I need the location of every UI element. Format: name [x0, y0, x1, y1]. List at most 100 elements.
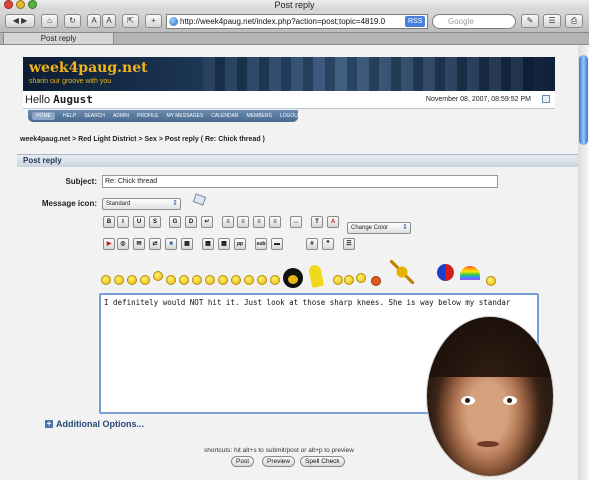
bookmarks-icon[interactable]: ☰	[543, 14, 561, 28]
nav-members[interactable]: MEMBERS	[247, 113, 272, 119]
additional-options-label: Additional Options...	[56, 419, 144, 429]
preview-button[interactable]: Preview	[262, 456, 296, 467]
list-button[interactable]: ☰	[343, 238, 355, 250]
evil-icon[interactable]	[356, 273, 366, 283]
font-face-button[interactable]: A	[327, 216, 339, 228]
roll-eyes-icon[interactable]	[218, 275, 228, 285]
align-center-button[interactable]: ≡	[237, 216, 249, 228]
peace-icon[interactable]	[486, 276, 496, 286]
nav-home[interactable]: HOME	[32, 112, 55, 120]
vertical-scrollbar[interactable]	[578, 45, 589, 480]
steal-your-face-icon[interactable]	[437, 264, 454, 281]
message-icon-label: Message icon:	[41, 199, 97, 208]
huh-icon[interactable]	[205, 275, 215, 285]
horizontal-rule-button[interactable]: ↔	[290, 216, 302, 228]
back-forward-buttons[interactable]: ◀ ▶	[5, 14, 35, 28]
address-field[interactable]: http://week4paug.net/index.php?action=po…	[166, 14, 428, 29]
shocked-icon[interactable]	[179, 275, 189, 285]
zoom-window-button[interactable]	[28, 0, 37, 9]
font-size-button[interactable]: T	[311, 216, 323, 228]
face-eye-left	[461, 396, 475, 405]
text-smaller-icon[interactable]: A	[87, 14, 101, 28]
code-button[interactable]: #	[306, 238, 318, 250]
window-title: Post reply	[274, 0, 315, 10]
print-icon[interactable]: ⎙	[565, 14, 583, 28]
tongue-icon[interactable]	[231, 275, 241, 285]
subject-input[interactable]: Re: Chick thread	[102, 175, 498, 188]
search-field[interactable]: Google	[432, 14, 516, 29]
smiley-icon[interactable]	[101, 275, 111, 285]
face-eye-right	[503, 396, 517, 405]
cry-icon[interactable]	[344, 275, 354, 285]
bold-button[interactable]: B	[103, 216, 115, 228]
strike-button[interactable]: S	[149, 216, 161, 228]
minimize-window-button[interactable]	[16, 0, 25, 9]
glow-button[interactable]: G	[169, 216, 181, 228]
nav-logout[interactable]: LOGOUT	[280, 113, 301, 119]
post-button[interactable]: Post	[231, 456, 255, 467]
undecided-icon[interactable]	[270, 275, 280, 285]
additional-options-toggle[interactable]: + Additional Options...	[45, 419, 144, 429]
site-banner: week4paug.net sharin our groove with you	[23, 57, 555, 91]
lips-sealed-icon[interactable]	[257, 275, 267, 285]
kiss-icon[interactable]	[333, 275, 343, 285]
rainbow-icon[interactable]	[460, 266, 480, 280]
superscript-button[interactable]: pp	[234, 238, 246, 250]
italic-button[interactable]: I	[117, 216, 129, 228]
text-bigger-icon[interactable]: A	[102, 14, 116, 28]
align-left-button[interactable]: ≡	[222, 216, 234, 228]
site-logo[interactable]: week4paug.net	[29, 60, 148, 76]
grin-icon[interactable]	[140, 275, 150, 285]
nav-search[interactable]: SEARCH	[84, 113, 105, 119]
table-button[interactable]: ▦	[181, 238, 193, 250]
main-nav: HOME HELP SEARCH ADMIN PROFILE MY MESSAG…	[28, 110, 301, 122]
embarrassed-icon[interactable]	[244, 275, 254, 285]
collapse-icon[interactable]	[542, 95, 550, 103]
nav-profile[interactable]: PROFILE	[137, 113, 158, 119]
dancing-smiley-icon[interactable]	[390, 260, 414, 284]
scrollbar-thumb[interactable]	[579, 55, 588, 145]
align-right-button[interactable]: ≡	[269, 216, 281, 228]
webcam-face-image	[426, 316, 554, 477]
reload-icon[interactable]: ↻	[64, 14, 81, 28]
align-justify-button[interactable]: ≡	[253, 216, 265, 228]
add-bookmark-icon[interactable]: +	[145, 14, 162, 28]
rss-badge[interactable]: RSS	[405, 16, 426, 27]
move-button[interactable]: ↵	[201, 216, 213, 228]
teletype-button[interactable]: ▬	[271, 238, 283, 250]
ftp-button[interactable]: ⇄	[149, 238, 161, 250]
bomb-icon[interactable]	[371, 276, 381, 286]
home-icon[interactable]: ⌂	[41, 14, 58, 28]
shadow-button[interactable]: D	[185, 216, 197, 228]
angry-icon[interactable]	[153, 271, 163, 281]
table-row-button[interactable]: ▦	[202, 238, 214, 250]
cheesy-icon[interactable]	[127, 275, 137, 285]
shortcuts-hint: shortcuts: hit alt+s to submit/post or a…	[204, 447, 354, 454]
email-button[interactable]: ✉	[133, 238, 145, 250]
change-color-select[interactable]: Change Color	[347, 222, 411, 234]
flash-button[interactable]: ◎	[117, 238, 129, 250]
cool-icon[interactable]	[192, 275, 202, 285]
wink-icon[interactable]	[114, 275, 124, 285]
message-icon-select[interactable]: Standard	[102, 198, 181, 210]
subscript-button[interactable]: sub	[255, 238, 267, 250]
browser-toolbar: ◀ ▶ ⌂ ↻ A A ⇱ + http://week4paug.net/ind…	[0, 10, 589, 33]
tab-bar: Post reply	[0, 33, 589, 45]
table-column-button[interactable]: ▦	[218, 238, 230, 250]
spell-check-button[interactable]: Spell Check	[300, 456, 345, 467]
close-window-button[interactable]	[4, 0, 13, 9]
sad-icon[interactable]	[166, 275, 176, 285]
nav-admin[interactable]: ADMIN	[113, 113, 129, 119]
underline-button[interactable]: U	[133, 216, 145, 228]
nav-help[interactable]: HELP	[63, 113, 76, 119]
image-button[interactable]: ■	[165, 238, 177, 250]
afro-smiley-icon[interactable]	[283, 268, 303, 288]
breadcrumb[interactable]: week4paug.net > Red Light District > Sex…	[20, 136, 265, 143]
nav-calendar[interactable]: CALENDAR	[211, 113, 238, 119]
nav-my-messages[interactable]: MY MESSAGES	[166, 113, 203, 119]
edit-icon[interactable]: ✎	[521, 14, 539, 28]
youtube-button[interactable]: ▶	[103, 238, 115, 250]
snapback-icon[interactable]: ⇱	[122, 14, 139, 28]
tab-post-reply[interactable]: Post reply	[3, 33, 114, 45]
quote-button[interactable]: ❞	[322, 238, 334, 250]
